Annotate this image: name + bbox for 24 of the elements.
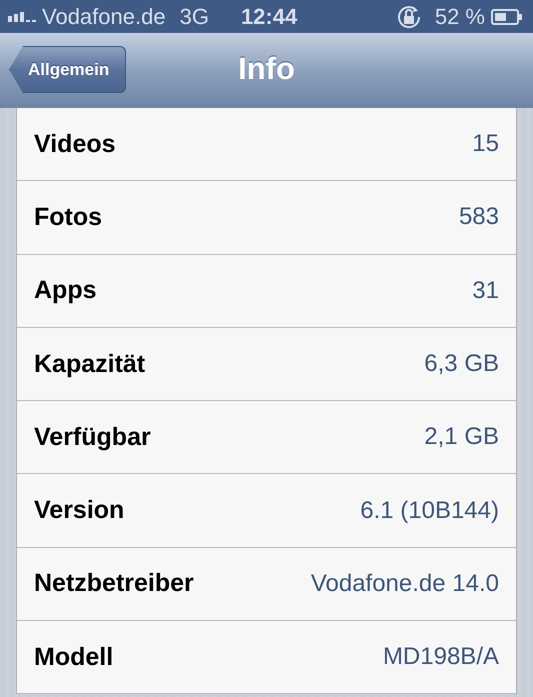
row-label: Version: [34, 496, 124, 526]
network-type: 3G: [180, 4, 209, 30]
row-value: 6,3 GB: [424, 350, 499, 378]
row-label: Apps: [34, 276, 96, 306]
carrier-name: Vodafone.de: [42, 4, 166, 30]
back-button[interactable]: Allgemein: [9, 46, 126, 93]
row-value: MD198B/A: [382, 643, 499, 672]
clock-time: 12:44: [240, 4, 298, 30]
row-label: Verfügbar: [34, 422, 151, 452]
row-value: 2,1 GB: [424, 423, 499, 452]
row-label: Fotos: [34, 202, 102, 232]
row-value: 583: [458, 203, 499, 232]
row-value: 6.1 (10B144): [360, 496, 499, 525]
battery-icon: [491, 8, 523, 24]
battery-percent: 52 %: [434, 4, 485, 30]
row-label: Modell: [34, 642, 114, 672]
row-label: Netzbetreiber: [34, 569, 194, 598]
signal-icon: [8, 12, 38, 22]
row-value: 15: [472, 130, 499, 158]
row-value: 31: [472, 276, 499, 305]
row-label: Kapazität: [34, 350, 146, 379]
row-value: Vodafone.de 14.0: [310, 570, 499, 598]
page-title: Info: [238, 51, 295, 86]
row-label: Videos: [34, 130, 116, 159]
